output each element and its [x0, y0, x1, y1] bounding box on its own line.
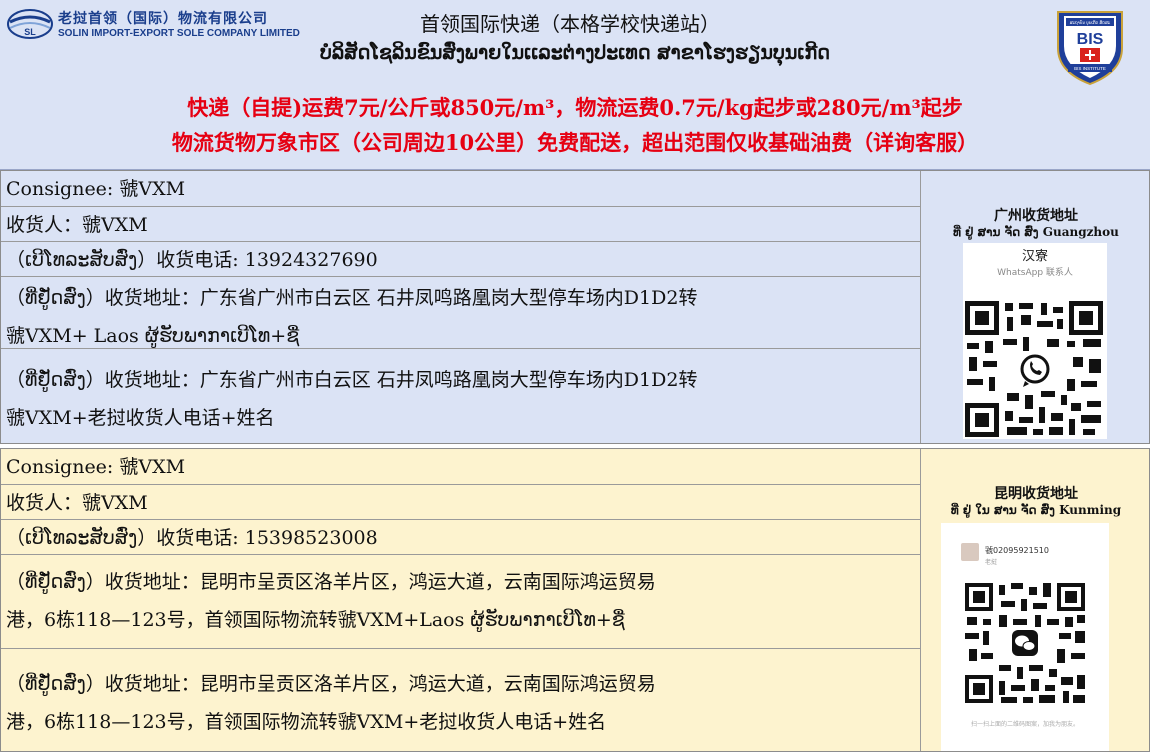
consignee-row: Consignee: 虢VXM: [1, 449, 921, 485]
guangzhou-qr-panel: 广州收货地址 ທີ່ ຢູ່ ສານ ຈັດ ສົ່ງ Guangzhou 汉寮…: [921, 171, 1150, 443]
address-line: （ທີ່ຢູ່ັດສົ່ງ）收货地址：广东省广州市白云区 石井凤鸣路凰岗大型停车…: [6, 287, 698, 309]
address-line: 虢VXM+ Laos ຜູ້ຮັບພາກາເບີໂທ+ຊື່: [6, 325, 300, 347]
whatsapp-qr-code[interactable]: [963, 299, 1107, 439]
side-subtitle: ທີ່ ຢູ່ ສານ ຈັດ ສົ່ງ Guangzhou: [953, 225, 1119, 239]
kunming-qr-panel: 昆明收货地址 ທີ່ ຢູ່ ໃນ ສານ ຈັດ ສົ່ງ Kunming 虢…: [921, 449, 1150, 751]
address-line: 港，6栋118—123号，首领国际物流转虢VXM+老挝收货人电话+姓名: [6, 711, 607, 733]
receiver-row: 收货人：虢VXM: [1, 485, 921, 520]
bis-badge-icon: ສະຖາບັນ ບຸນເກີດ ສິດສະ BIS BIS INSTITUTE: [1057, 11, 1123, 86]
phone-text: （ເບີໂທລະສັບສົ່ງ）收货电话: 15398523008: [6, 527, 378, 549]
phone-row: （ເບີໂທລະສັບສົ່ງ）收货电话: 15398523008: [1, 520, 921, 555]
address-line: 港，6栋118—123号，首领国际物流转虢VXM+Laos ຜູ້ຮັບພາກາ…: [6, 609, 625, 631]
consignee-row: Consignee: 虢VXM: [1, 171, 921, 207]
wechat-id: 虢02095921510: [985, 546, 1049, 555]
whatsapp-qr-card: 汉寮 WhatsApp 联系人: [963, 243, 1107, 439]
wechat-qr-card: 虢02095921510 老挝 扫一扫上面的二维码图案，加我为朋友。: [941, 523, 1109, 751]
kunming-section: Consignee: 虢VXM 收货人：虢VXM （ເບີໂທລະສັບສົ່ງ…: [0, 448, 1150, 752]
solin-logo-icon: SL: [7, 9, 53, 39]
phone-text: （ເບີໂທລະສັບສົ່ງ）收货电话: 13924327690: [6, 249, 378, 271]
receiver-text: 收货人：虢VXM: [6, 214, 148, 236]
side-title: 昆明收货地址: [994, 486, 1078, 502]
side-subtitle: ທີ່ ຢູ່ ໃນ ສານ ຈັດ ສົ່ງ Kunming: [950, 503, 1122, 517]
address-line: 虢VXM+老挝收货人电话+姓名: [6, 407, 275, 429]
qr-footer-text: 扫一扫上面的二维码图案，加我为朋友。: [970, 721, 1079, 728]
delivery-notice: 物流货物万象市区（公司周边10公里）免费配送，超出范围仅收基础油费（详询客服）: [171, 130, 979, 155]
lao-subtitle: ບໍລິສັດໂຊລິນຂົນສົ່ງພາຍໃນເເລະຕ່າງປະເທດ ສາ…: [320, 42, 830, 64]
qr-contact-name: 汉寮: [1021, 249, 1048, 264]
company-logo: SL 老挝首领（国际）物流有限公司 SOLIN IMPORT-EXPORT SO…: [4, 6, 334, 42]
side-title: 广州收货地址: [994, 208, 1078, 224]
consignee-text: Consignee: 虢VXM: [6, 178, 186, 200]
address-row: （ທີ່ຢູ່ັດສົ່ງ）收货地址：广东省广州市白云区 石井凤鸣路凰岗大型停车…: [1, 277, 921, 349]
badge-bottom-text: BIS INSTITUTE: [1074, 66, 1106, 71]
address-row: （ທີ່ຢູ່ັດສົ່ງ）收货地址：广东省广州市白云区 石井凤鸣路凰岗大型停车…: [1, 349, 921, 443]
consignee-text: Consignee: 虢VXM: [6, 456, 186, 478]
header-banner: SL 老挝首领（国际）物流有限公司 SOLIN IMPORT-EXPORT SO…: [0, 0, 1150, 170]
qr-caption: WhatsApp 联系人: [997, 268, 1073, 278]
company-name-en: SOLIN IMPORT-EXPORT SOLE COMPANY LIMITED: [58, 28, 300, 39]
wechat-region: 老挝: [985, 559, 998, 566]
logo-mark-text: SL: [24, 27, 36, 37]
address-line: （ທີ່ຢູ່ັດສົ່ງ）收货地址：广东省广州市白云区 石井凤鸣路凰岗大型停车…: [6, 369, 698, 391]
wechat-qr-code[interactable]: [963, 581, 1087, 705]
address-row: （ທີ່ຢູ່ັດສົ່ງ）收货地址：昆明市呈贡区洛羊片区，鸿运大道，云南国际鸿…: [1, 555, 921, 649]
avatar: [961, 543, 979, 561]
receiver-row: 收货人：虢VXM: [1, 207, 921, 242]
phone-row: （ເບີໂທລະສັບສົ່ງ）收货电话: 13924327690: [1, 242, 921, 277]
company-name-cn: 老挝首领（国际）物流有限公司: [58, 11, 268, 27]
guangzhou-section: Consignee: 虢VXM 收货人：虢VXM （ເບີໂທລະສັບສົ່ງ…: [0, 170, 1150, 444]
address-line: （ທີ່ຢູ່ັດສົ່ງ）收货地址：昆明市呈贡区洛羊片区，鸿运大道，云南国际鸿…: [6, 673, 656, 695]
page-title: 首领国际快递（本格学校快递站）: [420, 12, 720, 36]
address-line: （ທີ່ຢູ່ັດສົ່ງ）收货地址：昆明市呈贡区洛羊片区，鸿运大道，云南国际鸿…: [6, 571, 656, 593]
badge-text: BIS: [1077, 31, 1104, 48]
address-row: （ທີ່ຢູ່ັດສົ່ງ）收货地址：昆明市呈贡区洛羊片区，鸿运大道，云南国际鸿…: [1, 649, 921, 751]
receiver-text: 收货人：虢VXM: [6, 492, 148, 514]
shipping-rate-notice: 快递（自提)运费7元/公斤或850元/m³，物流运费0.7元/kg起步或280元…: [187, 95, 963, 120]
wechat-icon: [1009, 627, 1041, 659]
